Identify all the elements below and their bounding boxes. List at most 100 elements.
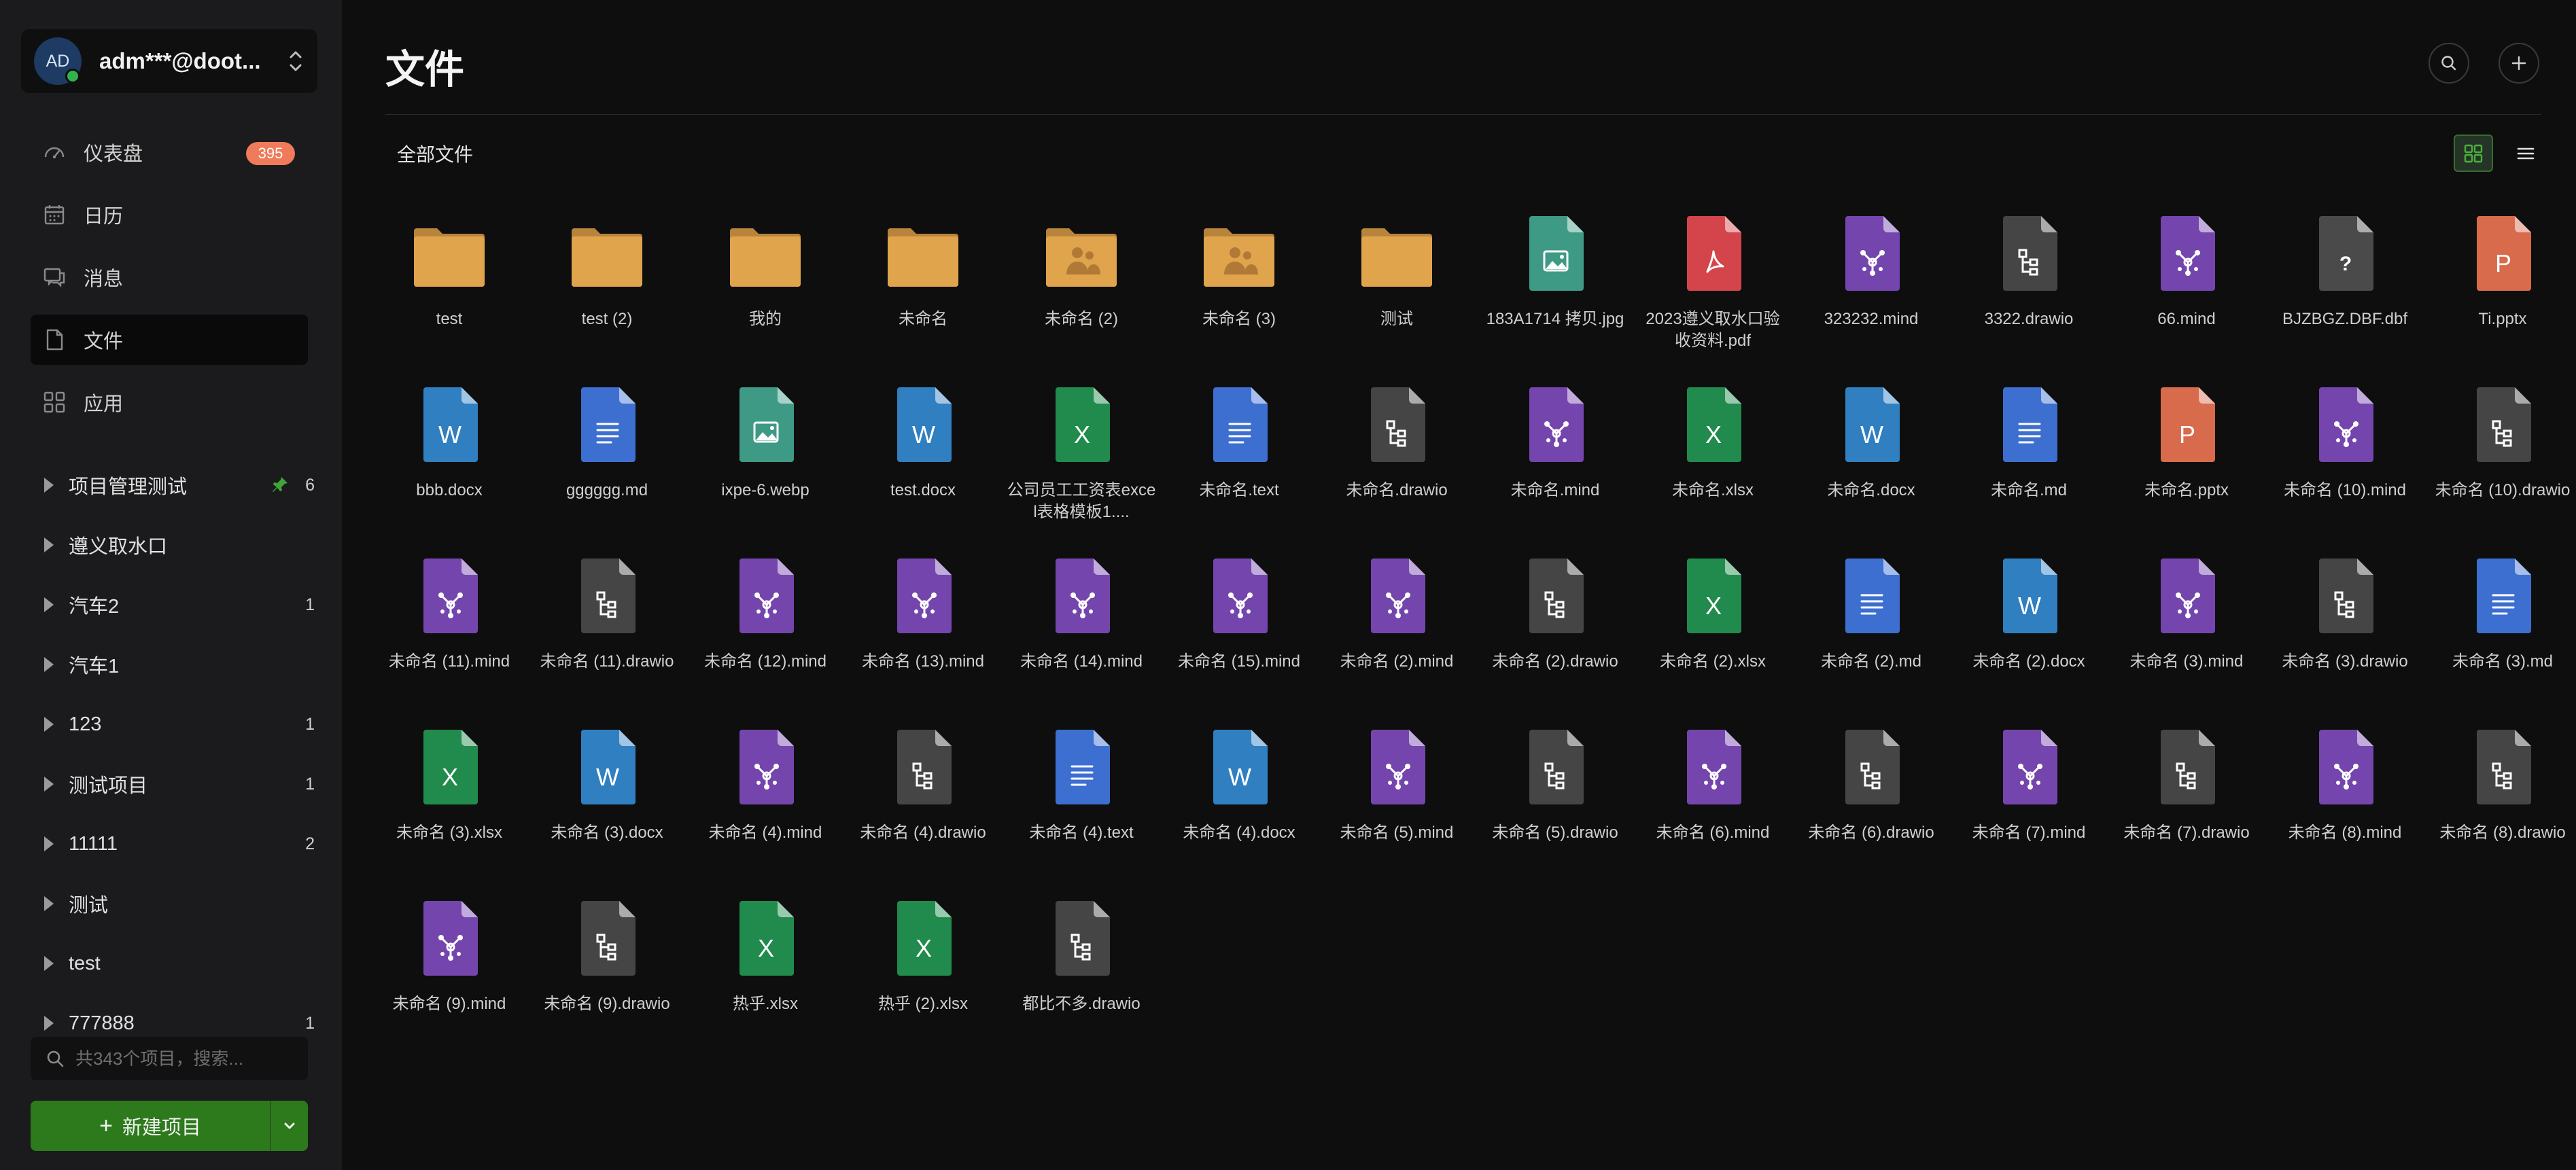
file-item[interactable]: 2023遵义取水口验收资料.pdf <box>1635 212 1790 352</box>
file-item[interactable]: 未命名 (4).mind <box>688 726 843 844</box>
file-item[interactable]: X 未命名.xlsx <box>1635 383 1790 501</box>
expand-arrow-icon[interactable] <box>44 956 54 971</box>
expand-arrow-icon[interactable] <box>44 597 54 612</box>
file-item[interactable]: 未命名 (9).drawio <box>529 897 684 1015</box>
file-item[interactable]: ixpe-6.webp <box>688 383 843 501</box>
file-item[interactable]: 未命名 (15).mind <box>1162 554 1317 673</box>
file-item[interactable]: X 未命名 (3).xlsx <box>372 726 527 844</box>
expand-arrow-icon[interactable] <box>44 717 54 732</box>
file-item[interactable]: 66.mind <box>2109 212 2264 330</box>
project-search-input[interactable] <box>74 1047 301 1070</box>
file-item[interactable]: P Ti.pptx <box>2425 212 2576 330</box>
file-item[interactable]: 未命名 (8).mind <box>2267 726 2422 844</box>
file-item[interactable]: 未命名 (14).mind <box>1004 554 1159 673</box>
file-item[interactable]: X 未命名 (2).xlsx <box>1635 554 1790 673</box>
project-count: 6 <box>305 475 315 495</box>
file-item[interactable]: 未命名 (4).text <box>1004 726 1159 844</box>
search-icon <box>2441 56 2456 71</box>
new-project-dropdown-button[interactable] <box>271 1118 308 1134</box>
file-item[interactable]: 未命名 (7).drawio <box>2109 726 2264 844</box>
nav-item-3[interactable]: 文件 <box>31 315 308 365</box>
nav-item-4[interactable]: 应用 <box>31 377 308 427</box>
project-item[interactable]: 11111 2 <box>31 814 316 874</box>
expand-arrow-icon[interactable] <box>44 896 54 911</box>
project-item[interactable]: 汽车1 <box>31 635 316 694</box>
file-name: 都比不多.drawio <box>1022 995 1141 1013</box>
folder-item[interactable]: 我的 <box>688 212 843 330</box>
file-item[interactable]: 未命名 (9).mind <box>372 897 527 1015</box>
file-item[interactable]: 未命名.drawio <box>1319 383 1474 501</box>
expand-arrow-icon[interactable] <box>44 777 54 792</box>
file-item[interactable]: 未命名 (3).drawio <box>2267 554 2422 673</box>
search-button[interactable] <box>2429 43 2469 84</box>
new-project-button[interactable]: + 新建项目 <box>31 1101 270 1151</box>
file-item[interactable]: 未命名 (3).md <box>2425 554 2576 673</box>
file-item[interactable]: 未命名 (7).mind <box>1951 726 2106 844</box>
file-item[interactable]: 未命名 (5).drawio <box>1478 726 1633 844</box>
file-item[interactable]: P 未命名.pptx <box>2109 383 2264 501</box>
drawio-file-icon <box>1529 730 1584 804</box>
folder-item[interactable]: test (2) <box>529 212 684 330</box>
file-item[interactable]: 未命名 (2).mind <box>1319 554 1474 673</box>
nav-item-2[interactable]: 消息 <box>31 252 308 302</box>
file-item[interactable]: 未命名.md <box>1951 383 2106 501</box>
file-item[interactable]: Wbbb.docx <box>372 383 527 501</box>
file-item[interactable]: 3322.drawio <box>1951 212 2106 330</box>
folder-item[interactable]: 未命名 (3) <box>1162 212 1317 330</box>
project-search[interactable] <box>31 1037 308 1080</box>
file-item[interactable]: 未命名 (10).drawio <box>2425 383 2576 501</box>
file-item[interactable]: 未命名 (11).mind <box>372 554 527 673</box>
file-item[interactable]: X 热乎.xlsx <box>688 897 843 1015</box>
expand-arrow-icon[interactable] <box>44 657 54 672</box>
file-item[interactable]: X 热乎 (2).xlsx <box>846 897 1000 1015</box>
file-item[interactable]: 未命名 (3).mind <box>2109 554 2264 673</box>
file-item[interactable]: W 未命名 (3).docx <box>529 726 684 844</box>
file-item[interactable]: 未命名 (5).mind <box>1319 726 1474 844</box>
add-button[interactable] <box>2499 43 2539 84</box>
file-item[interactable]: gggggg.md <box>529 383 684 501</box>
file-item[interactable]: Wtest.docx <box>846 383 1000 501</box>
project-item[interactable]: 项目管理测试 6 <box>31 455 316 515</box>
file-item[interactable]: 未命名 (12).mind <box>688 554 843 673</box>
expand-arrow-icon[interactable] <box>44 1016 54 1031</box>
expand-arrow-icon[interactable] <box>44 836 54 851</box>
expand-arrow-icon[interactable] <box>44 537 54 552</box>
file-item[interactable]: 323232.mind <box>1794 212 1949 330</box>
list-view-toggle[interactable] <box>2508 136 2543 171</box>
file-name: test <box>436 310 463 328</box>
file-item[interactable]: 未命名 (10).mind <box>2267 383 2422 501</box>
project-item[interactable]: 汽车2 1 <box>31 575 316 635</box>
nav-item-0[interactable]: 仪表盘 395 <box>31 127 308 177</box>
file-item[interactable]: X 公司员工工资表excel表格模板1.... <box>1004 383 1159 523</box>
file-item[interactable]: W 未命名 (2).docx <box>1951 554 2106 673</box>
expand-arrow-icon[interactable] <box>44 478 54 493</box>
file-item[interactable]: 未命名 (6).mind <box>1635 726 1790 844</box>
file-item[interactable]: W 未命名 (4).docx <box>1162 726 1317 844</box>
folder-item[interactable]: 未命名 (2) <box>1004 212 1159 330</box>
file-item[interactable]: 未命名.mind <box>1478 383 1633 501</box>
file-item[interactable]: W 未命名.docx <box>1794 383 1949 501</box>
file-item[interactable]: 未命名 (6).drawio <box>1794 726 1949 844</box>
grid-view-toggle[interactable] <box>2454 135 2493 172</box>
project-item[interactable]: 123 1 <box>31 694 316 754</box>
file-item[interactable]: 未命名 (11).drawio <box>529 554 684 673</box>
project-item[interactable]: 遵义取水口 <box>31 515 316 575</box>
project-item[interactable]: 测试项目 1 <box>31 754 316 814</box>
file-item[interactable]: 未命名.text <box>1162 383 1317 501</box>
file-item[interactable]: 未命名 (2).md <box>1794 554 1949 673</box>
file-item[interactable]: 未命名 (4).drawio <box>846 726 1000 844</box>
file-item[interactable]: ? BJZBGZ.DBF.dbf <box>2267 212 2422 330</box>
file-item[interactable]: 未命名 (13).mind <box>846 554 1000 673</box>
file-item[interactable]: 未命名 (2).drawio <box>1478 554 1633 673</box>
nav-item-1[interactable]: 日历 <box>31 190 308 240</box>
file-item[interactable]: 未命名 (8).drawio <box>2425 726 2576 844</box>
breadcrumb[interactable]: 全部文件 <box>397 140 473 167</box>
folder-item[interactable]: test <box>372 212 527 330</box>
folder-item[interactable]: 未命名 <box>846 212 1000 330</box>
project-item[interactable]: 测试 <box>31 874 316 934</box>
account-switcher[interactable]: AD adm***@doot... <box>21 29 317 93</box>
folder-item[interactable]: 测试 <box>1319 212 1474 330</box>
file-item[interactable]: 183A1714 拷贝.jpg <box>1478 212 1633 330</box>
file-item[interactable]: 都比不多.drawio <box>1004 897 1159 1015</box>
project-item[interactable]: test <box>31 934 316 993</box>
